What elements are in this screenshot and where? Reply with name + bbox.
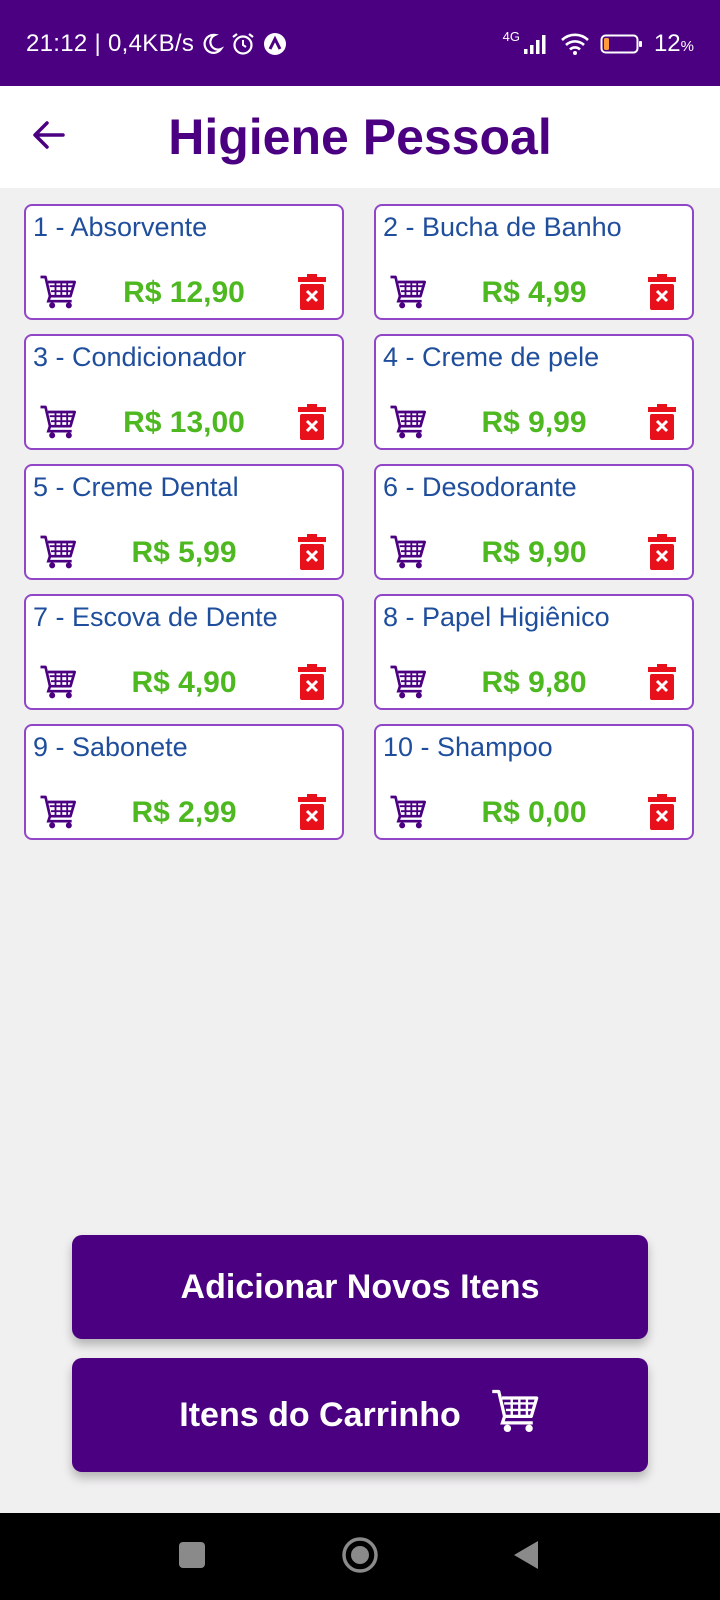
- trash-delete-icon: [648, 664, 676, 704]
- status-bar: 21:12 | 0,4KB/s 4G 12%: [0, 0, 720, 86]
- add-to-cart-button[interactable]: [38, 532, 78, 572]
- back-nav-button[interactable]: [506, 1537, 546, 1577]
- product-card[interactable]: 3 - Condicionador R$ 13,00: [24, 334, 344, 450]
- product-label: 5 - Creme Dental: [33, 472, 239, 502]
- trash-delete-icon: [298, 404, 326, 444]
- cart-icon: [388, 665, 428, 706]
- battery-icon: [600, 33, 644, 55]
- cart-icon: [388, 275, 428, 316]
- cart-icon: [38, 665, 78, 706]
- product-card[interactable]: 8 - Papel Higiênico R$ 9,80: [374, 594, 694, 710]
- product-price: R$ 9,90: [481, 536, 587, 569]
- product-price: R$ 13,00: [123, 406, 245, 439]
- product-label: 7 - Escova de Dente: [33, 602, 278, 632]
- add-to-cart-button[interactable]: [38, 402, 78, 442]
- product-card[interactable]: 10 - Shampoo R$ 0,00: [374, 724, 694, 840]
- home-button[interactable]: [340, 1536, 380, 1579]
- add-to-cart-button[interactable]: [38, 662, 78, 702]
- delete-button[interactable]: [648, 664, 676, 700]
- trash-delete-icon: [298, 534, 326, 574]
- product-label: 2 - Bucha de Banho: [383, 212, 622, 242]
- product-price: R$ 9,80: [481, 666, 587, 699]
- delete-button[interactable]: [298, 534, 326, 570]
- add-to-cart-button[interactable]: [388, 272, 428, 312]
- delete-button[interactable]: [648, 274, 676, 310]
- cart-items-button[interactable]: Itens do Carrinho: [72, 1358, 648, 1472]
- status-time-speed: 21:12 | 0,4KB/s: [26, 30, 195, 57]
- add-to-cart-button[interactable]: [38, 792, 78, 832]
- cart-icon: [38, 405, 78, 446]
- cart-icon: [38, 275, 78, 316]
- cart-icon: [388, 405, 428, 446]
- page-title: Higiene Pessoal: [168, 109, 552, 165]
- add-to-cart-button[interactable]: [388, 662, 428, 702]
- add-new-items-label: Adicionar Novos Itens: [180, 1267, 540, 1306]
- cart-icon: [388, 795, 428, 836]
- product-card[interactable]: 7 - Escova de Dente R$ 4,90: [24, 594, 344, 710]
- cart-icon: [388, 535, 428, 576]
- product-price: R$ 4,90: [131, 666, 237, 699]
- recents-button[interactable]: [172, 1537, 212, 1577]
- product-label: 1 - Absorvente: [33, 212, 208, 242]
- trash-delete-icon: [648, 534, 676, 574]
- trash-delete-icon: [298, 274, 326, 314]
- product-card[interactable]: 4 - Creme de pele R$ 9,99: [374, 334, 694, 450]
- add-to-cart-button[interactable]: [38, 272, 78, 312]
- status-left: 21:12 | 0,4KB/s: [26, 30, 288, 58]
- cart-items-label: Itens do Carrinho: [179, 1395, 461, 1434]
- trash-delete-icon: [648, 794, 676, 834]
- cart-icon: [38, 535, 78, 576]
- circle-icon: [341, 1536, 379, 1579]
- product-card[interactable]: 1 - Absorvente R$ 12,90: [24, 204, 344, 320]
- alarm-icon: [230, 31, 256, 57]
- product-label: 8 - Papel Higiênico: [383, 602, 610, 632]
- trash-delete-icon: [298, 794, 326, 834]
- product-price: R$ 4,99: [481, 276, 587, 309]
- product-card[interactable]: 5 - Creme Dental R$ 5,99: [24, 464, 344, 580]
- trash-delete-icon: [648, 404, 676, 444]
- delete-button[interactable]: [298, 274, 326, 310]
- system-nav-bar: [0, 1513, 720, 1600]
- delete-button[interactable]: [298, 404, 326, 440]
- add-to-cart-button[interactable]: [388, 402, 428, 442]
- product-label: 4 - Creme de pele: [383, 342, 600, 372]
- add-new-items-button[interactable]: Adicionar Novos Itens: [72, 1235, 648, 1339]
- product-label: 9 - Sabonete: [33, 732, 188, 762]
- trash-delete-icon: [648, 274, 676, 314]
- delete-button[interactable]: [298, 664, 326, 700]
- product-label: 3 - Condicionador: [33, 342, 247, 372]
- signal-icon: 4G: [503, 29, 550, 55]
- product-card[interactable]: 2 - Bucha de Banho R$ 4,99: [374, 204, 694, 320]
- add-to-cart-button[interactable]: [388, 792, 428, 832]
- delete-button[interactable]: [648, 534, 676, 570]
- product-price: R$ 9,99: [481, 406, 587, 439]
- triangle-back-icon: [512, 1539, 540, 1576]
- delete-button[interactable]: [298, 794, 326, 830]
- product-label: 10 - Shampoo: [383, 732, 553, 762]
- moon-icon: [200, 32, 225, 56]
- product-price: R$ 2,99: [131, 796, 237, 829]
- add-to-cart-button[interactable]: [388, 532, 428, 572]
- wifi-icon: [560, 32, 590, 56]
- product-price: R$ 12,90: [123, 276, 245, 309]
- product-label: 6 - Desodorante: [383, 472, 577, 502]
- cart-icon: [38, 795, 78, 836]
- status-right: 4G 12%: [503, 29, 694, 58]
- product-card[interactable]: 9 - Sabonete R$ 2,99: [24, 724, 344, 840]
- app-header: Higiene Pessoal: [0, 86, 720, 188]
- delete-button[interactable]: [648, 404, 676, 440]
- product-price: R$ 0,00: [481, 796, 587, 829]
- cart-icon: [489, 1385, 541, 1446]
- app-notification-icon: [262, 31, 288, 57]
- square-icon: [178, 1541, 206, 1574]
- product-price: R$ 5,99: [131, 536, 237, 569]
- network-label: 4G: [502, 28, 520, 44]
- product-card[interactable]: 6 - Desodorante R$ 9,90: [374, 464, 694, 580]
- trash-delete-icon: [298, 664, 326, 704]
- delete-button[interactable]: [648, 794, 676, 830]
- battery-level: 12%: [653, 30, 694, 57]
